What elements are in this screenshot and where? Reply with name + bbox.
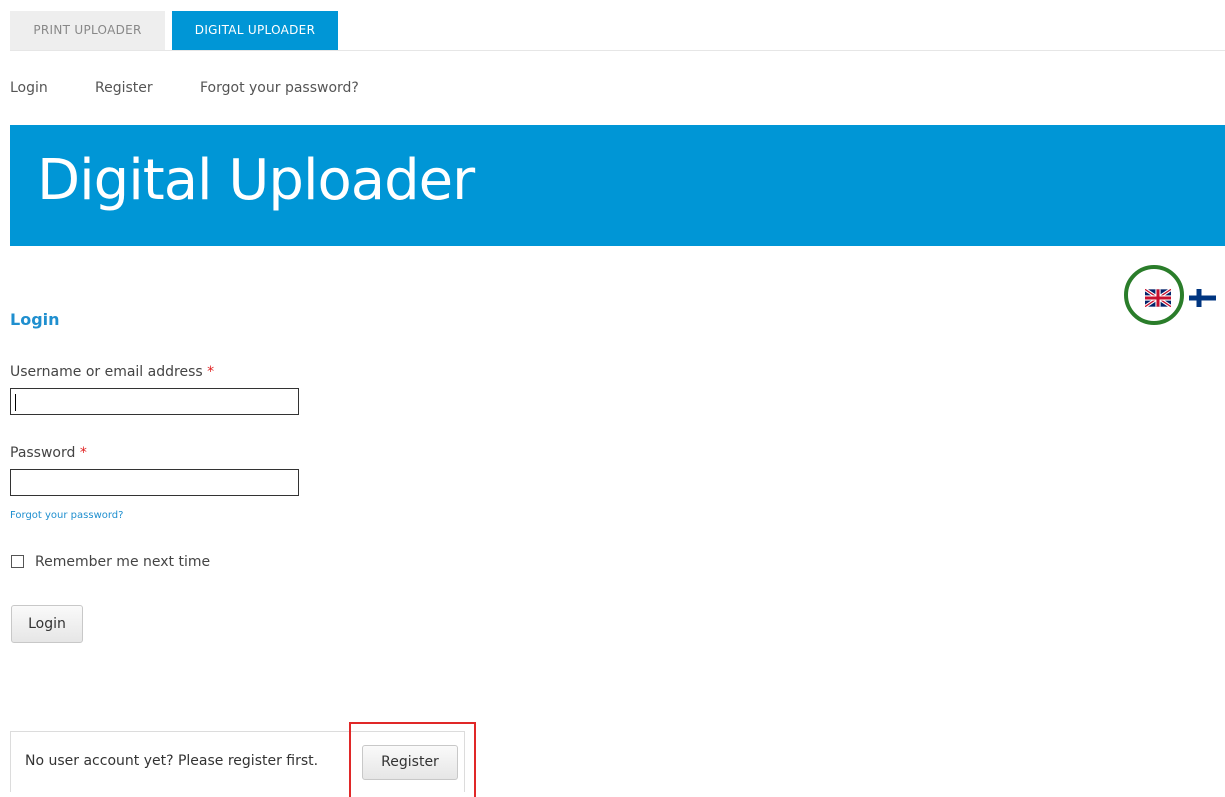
register-highlight-box: [349, 722, 476, 797]
password-input[interactable]: [10, 469, 299, 496]
tab-print-uploader[interactable]: PRINT UPLOADER: [10, 11, 165, 50]
tab-digital-uploader[interactable]: DIGITAL UPLOADER: [172, 11, 338, 50]
forgot-password-link[interactable]: Forgot your password?: [10, 510, 123, 521]
username-input[interactable]: [10, 388, 299, 415]
remember-me-label[interactable]: Remember me next time: [35, 554, 210, 570]
password-label-text: Password: [10, 445, 76, 461]
required-marker: *: [207, 364, 215, 380]
page-title: Digital Uploader: [37, 148, 475, 213]
register-prompt-text: No user account yet? Please register fir…: [25, 753, 319, 769]
uploader-tabs: PRINT UPLOADER DIGITAL UPLOADER: [10, 11, 1225, 51]
login-section-title: Login: [10, 310, 60, 329]
username-label: Username or email address *: [10, 364, 214, 380]
subnav-register-link[interactable]: Register: [95, 80, 153, 96]
uk-flag-icon[interactable]: [1145, 289, 1171, 307]
username-label-text: Username or email address: [10, 364, 203, 380]
login-button[interactable]: Login: [11, 605, 83, 643]
subnav-login-link[interactable]: Login: [10, 80, 48, 96]
page-banner: Digital Uploader: [10, 125, 1225, 246]
required-marker: *: [79, 445, 87, 461]
subnav-forgot-password-link[interactable]: Forgot your password?: [200, 80, 359, 96]
remember-me-checkbox[interactable]: [11, 555, 24, 568]
finland-flag-icon[interactable]: [1189, 289, 1216, 307]
text-caret: [15, 394, 16, 411]
password-label: Password *: [10, 445, 87, 461]
